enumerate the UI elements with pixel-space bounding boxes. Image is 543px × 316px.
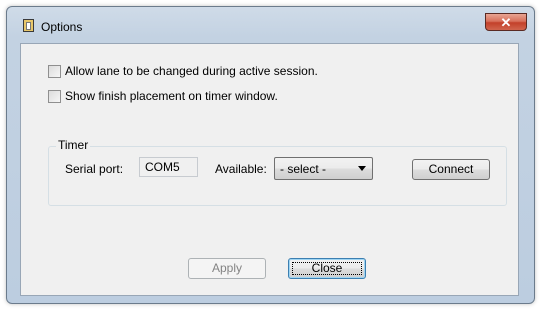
show-finish-placement-option[interactable]: Show finish placement on timer window. — [48, 89, 278, 103]
chevron-down-icon — [358, 166, 366, 171]
window-close-button[interactable]: ✕ — [485, 13, 527, 31]
available-label: Available: — [215, 162, 267, 176]
allow-lane-change-option[interactable]: Allow lane to be changed during active s… — [48, 64, 318, 78]
show-finish-placement-checkbox[interactable] — [48, 89, 61, 103]
allow-lane-change-label[interactable]: Allow lane to be changed during active s… — [65, 64, 318, 78]
focus-rectangle — [292, 262, 362, 275]
dialog-content: Allow lane to be changed during active s… — [20, 43, 519, 296]
options-dialog: Options ✕ Allow lane to be changed durin… — [6, 6, 535, 304]
available-ports-dropdown[interactable]: - select - — [274, 157, 373, 180]
apply-button-label: Apply — [211, 261, 243, 275]
serial-port-field: COM5 — [139, 157, 198, 177]
connect-button[interactable]: Connect — [412, 159, 490, 180]
close-button[interactable]: Close — [288, 258, 366, 279]
title-bar[interactable]: Options ✕ — [7, 7, 534, 37]
clipboard-icon — [23, 19, 34, 32]
show-finish-placement-label[interactable]: Show finish placement on timer window. — [65, 89, 278, 103]
timer-group-label: Timer — [56, 138, 91, 152]
serial-port-value: COM5 — [145, 160, 180, 174]
connect-button-label: Connect — [428, 162, 474, 176]
serial-port-label: Serial port: — [65, 162, 124, 176]
available-ports-selected: - select - — [280, 162, 327, 176]
allow-lane-change-checkbox[interactable] — [48, 64, 61, 78]
close-icon: ✕ — [500, 15, 512, 30]
apply-button[interactable]: Apply — [188, 258, 266, 279]
window-title: Options — [41, 20, 83, 34]
